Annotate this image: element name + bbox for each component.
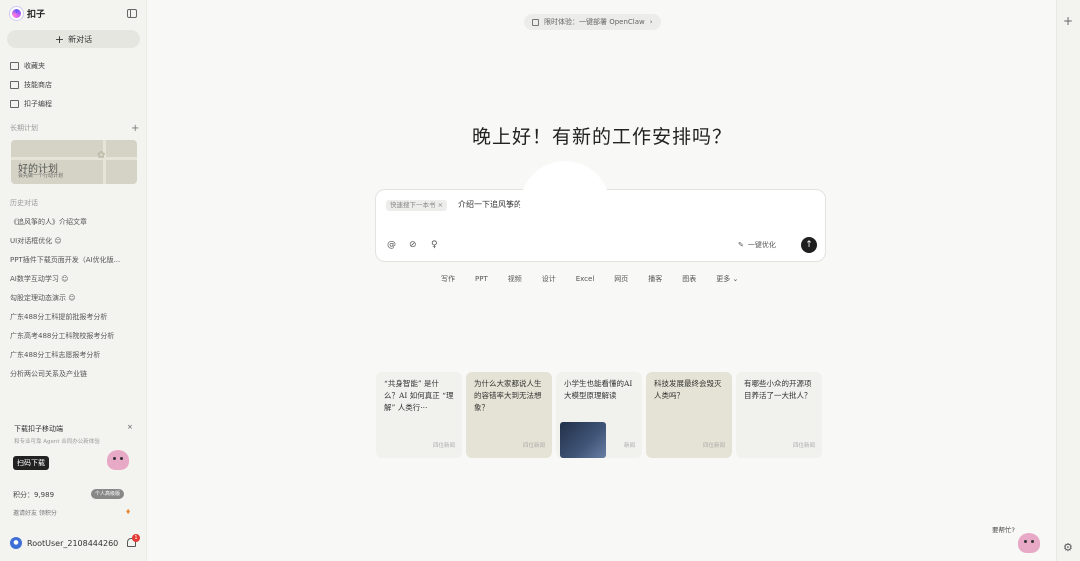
mode-writing[interactable]: 写作 bbox=[431, 273, 465, 286]
app-logo-icon bbox=[10, 7, 23, 20]
points-label: 积分：9,989 bbox=[13, 491, 55, 499]
fire-icon: ♦ bbox=[125, 508, 132, 516]
send-button[interactable]: ↑ bbox=[801, 237, 817, 253]
suggestion-cards: “共身智能” 是什么？AI 如何真正 “理解” 人类行··· 四位新闻 为什么大… bbox=[376, 372, 822, 458]
mode-more[interactable]: 更多 ⌄ bbox=[706, 273, 748, 286]
history-item[interactable]: 《追风筝的人》介绍文章 bbox=[10, 217, 87, 227]
mention-icon[interactable]: @ bbox=[387, 240, 396, 250]
sidebar-item-coze-coding[interactable]: 扣子编程 bbox=[10, 99, 52, 109]
card-text: 为什么大家都说人生的容错率大到无法想象？ bbox=[474, 379, 542, 412]
cursor-highlight bbox=[520, 161, 610, 251]
mascot-icon bbox=[107, 450, 129, 470]
sidebar-item-favorites[interactable]: 收藏夹 bbox=[10, 61, 45, 71]
mode-design[interactable]: 设计 bbox=[532, 273, 566, 286]
card-thumbnail bbox=[560, 422, 606, 458]
suggestion-card[interactable]: 科技发展最终会毁灭人类吗？ 四位新闻 bbox=[646, 372, 732, 458]
plan-subtitle: 会先做一个行动计划 bbox=[18, 173, 64, 179]
mode-webpage[interactable]: 网页 bbox=[604, 273, 638, 286]
member-badge[interactable]: 个人高级版 bbox=[91, 489, 125, 499]
history-item[interactable]: 分析两公司关系及产业链 bbox=[10, 369, 87, 379]
card-tag: 四位新闻 bbox=[522, 443, 545, 449]
app-name: 扣子 bbox=[27, 10, 46, 20]
history-item[interactable]: 广东488分工科志愿报考分析 bbox=[10, 350, 100, 360]
scan-download-button[interactable]: 扫码下载 bbox=[13, 456, 49, 470]
history-item[interactable]: AI数学互动学习 ☺ bbox=[10, 274, 68, 284]
close-icon[interactable]: × bbox=[127, 423, 133, 431]
sidebar-item-skill-store[interactable]: 技能商店 bbox=[10, 80, 52, 90]
sidebar-item-label: 技能商店 bbox=[24, 81, 52, 89]
download-app-card: 下载扣子移动端 × 和专业可靠 Agent 合同办公新体验 扫码下载 bbox=[7, 419, 140, 477]
help-label[interactable]: 要帮忙? bbox=[992, 524, 1015, 534]
card-text: “共身智能” 是什么？AI 如何真正 “理解” 人类行··· bbox=[384, 379, 454, 412]
mode-ppt[interactable]: PPT bbox=[465, 273, 498, 286]
invite-link[interactable]: 邀请好友 领积分 bbox=[13, 508, 57, 517]
card-tag: 四位新闻 bbox=[792, 443, 815, 449]
card-tag: 四位新闻 bbox=[702, 443, 725, 449]
user-name: RootUser_2108444260 bbox=[27, 538, 119, 548]
card-tag: 四位新闻 bbox=[432, 443, 455, 449]
books-icon bbox=[10, 81, 19, 89]
lightbulb-icon[interactable]: ♀ bbox=[431, 240, 438, 250]
folder-icon bbox=[10, 62, 19, 70]
optimize-button[interactable]: ✎ 一键优化 bbox=[733, 237, 781, 252]
mode-podcast[interactable]: 播客 bbox=[638, 273, 672, 286]
skill-chip[interactable]: 快速搜下一本书 × bbox=[386, 200, 448, 211]
user-profile[interactable]: ● RootUser_2108444260 bbox=[10, 537, 118, 549]
mode-bar: 写作 PPT 视频 设计 Excel 网页 播客 图表 更多 ⌄ bbox=[431, 273, 748, 286]
card-text: 小学生也能看懂的AI大模型原理解读 bbox=[564, 379, 633, 400]
code-file-icon bbox=[10, 100, 19, 108]
avatar: ● bbox=[10, 537, 22, 549]
history-section-label: 历史对话 bbox=[10, 199, 38, 207]
plus-icon: + bbox=[54, 32, 65, 46]
attachment-icon[interactable]: ⊘ bbox=[409, 240, 417, 250]
sidebar-item-label: 扣子编程 bbox=[24, 100, 52, 108]
card-text: 有哪些小众的开源项目养活了一大批人？ bbox=[744, 379, 812, 400]
suggestion-card[interactable]: “共身智能” 是什么？AI 如何真正 “理解” 人类行··· 四位新闻 bbox=[376, 372, 462, 458]
plans-section-label: 长期计划 bbox=[10, 124, 38, 132]
right-toolbar: + ⚙ bbox=[1056, 0, 1080, 561]
magic-wand-icon: ✎ bbox=[738, 240, 744, 249]
card-text: 科技发展最终会毁灭人类吗？ bbox=[654, 379, 722, 400]
add-plan-button[interactable]: + bbox=[131, 123, 139, 134]
ribbon-decoration bbox=[103, 140, 106, 184]
history-item[interactable]: 广东高考488分工科院校报考分析 bbox=[10, 331, 114, 341]
promo-text: 限时体验：一键部署 OpenClaw bbox=[544, 18, 645, 26]
plus-icon[interactable]: + bbox=[1063, 14, 1073, 28]
download-title: 下载扣子移动端 bbox=[14, 425, 63, 433]
brand[interactable]: 扣子 bbox=[10, 7, 45, 20]
new-chat-label: 新对话 bbox=[68, 34, 93, 44]
bow-icon: ✿ bbox=[97, 150, 106, 161]
card-tag: 新闻 bbox=[623, 443, 635, 449]
chevron-right-icon: › bbox=[649, 18, 653, 26]
plan-card[interactable]: ✿ 好的计划 会先做一个行动计划 bbox=[11, 140, 137, 184]
greeting-title: 晚上好！有新的工作安排吗？ bbox=[471, 126, 732, 148]
gear-icon[interactable]: ⚙ bbox=[1063, 541, 1073, 554]
notification-badge: 1 bbox=[132, 534, 140, 542]
mode-excel[interactable]: Excel bbox=[566, 273, 605, 286]
suggestion-card[interactable]: 有哪些小众的开源项目养活了一大批人？ 四位新闻 bbox=[736, 372, 822, 458]
gift-icon bbox=[532, 18, 539, 26]
download-subtitle: 和专业可靠 Agent 合同办公新体验 bbox=[14, 439, 100, 445]
mascot-icon[interactable] bbox=[1018, 533, 1040, 553]
main-area: 限时体验：一键部署 OpenClaw › 晚上好！有新的工作安排吗？ 快速搜下一… bbox=[148, 0, 1056, 561]
history-item[interactable]: UI对话框优化 ☺ bbox=[10, 236, 62, 246]
suggestion-card[interactable]: 小学生也能看懂的AI大模型原理解读 新闻 bbox=[556, 372, 642, 458]
promo-banner[interactable]: 限时体验：一键部署 OpenClaw › bbox=[524, 14, 661, 30]
history-item[interactable]: 勾股定理动态演示 ☺ bbox=[10, 293, 76, 303]
mode-chart[interactable]: 图表 bbox=[672, 273, 706, 286]
history-item[interactable]: 广东488分工科提前批报考分析 bbox=[10, 312, 107, 322]
sidebar-item-label: 收藏夹 bbox=[24, 62, 45, 70]
new-chat-button[interactable]: + 新对话 bbox=[7, 30, 140, 48]
history-item[interactable]: PPT插件下载页面开发（AI优化版... bbox=[10, 255, 120, 265]
suggestion-card[interactable]: 为什么大家都说人生的容错率大到无法想象？ 四位新闻 bbox=[466, 372, 552, 458]
sidebar: 扣子 + 新对话 收藏夹 技能商店 扣子编程 长期计划 + ✿ 好的计划 会先做… bbox=[0, 0, 147, 561]
optimize-label: 一键优化 bbox=[747, 240, 776, 249]
mode-video[interactable]: 视频 bbox=[498, 273, 532, 286]
collapse-sidebar-icon[interactable] bbox=[127, 9, 137, 18]
